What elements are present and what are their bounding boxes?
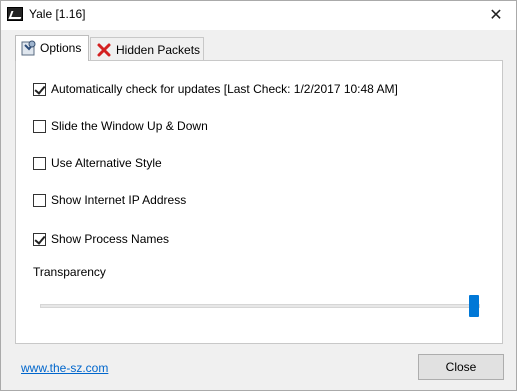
- title-bar[interactable]: Yale [1.16] ✕: [1, 1, 516, 30]
- window-title: Yale [1.16]: [29, 7, 86, 21]
- transparency-slider-track[interactable]: [40, 304, 480, 308]
- options-panel: Automatically check for updates [Last Ch…: [15, 60, 503, 344]
- tab-hidden-packets[interactable]: Hidden Packets: [90, 37, 204, 61]
- options-icon: [21, 40, 37, 56]
- red-x-icon: [96, 42, 112, 58]
- tab-options[interactable]: Options: [15, 35, 89, 61]
- app-window: Yale [1.16] ✕ Options Hidden Packets Aut…: [0, 0, 517, 391]
- checkbox-alternative-style[interactable]: [33, 157, 46, 170]
- window-close-button[interactable]: ✕: [476, 1, 516, 30]
- option-alternative-style-label: Use Alternative Style: [51, 156, 162, 170]
- option-process-names-label: Show Process Names: [51, 232, 170, 246]
- close-button[interactable]: Close: [418, 354, 504, 380]
- option-internet-ip-label: Show Internet IP Address: [51, 193, 187, 207]
- transparency-slider-thumb[interactable]: [469, 295, 479, 317]
- transparency-label: Transparency: [33, 265, 106, 279]
- tab-hidden-packets-label: Hidden Packets: [116, 43, 201, 57]
- checkbox-process-names[interactable]: [33, 233, 46, 246]
- website-link[interactable]: www.the-sz.com: [21, 361, 108, 375]
- option-auto-update-label: Automatically check for updates [Last Ch…: [51, 82, 398, 96]
- checkbox-internet-ip[interactable]: [33, 194, 46, 207]
- checkbox-auto-update[interactable]: [33, 83, 46, 96]
- app-icon: [7, 7, 23, 21]
- option-slide-window-label: Slide the Window Up & Down: [51, 119, 208, 133]
- checkbox-slide-window[interactable]: [33, 120, 46, 133]
- tab-options-label: Options: [40, 41, 82, 55]
